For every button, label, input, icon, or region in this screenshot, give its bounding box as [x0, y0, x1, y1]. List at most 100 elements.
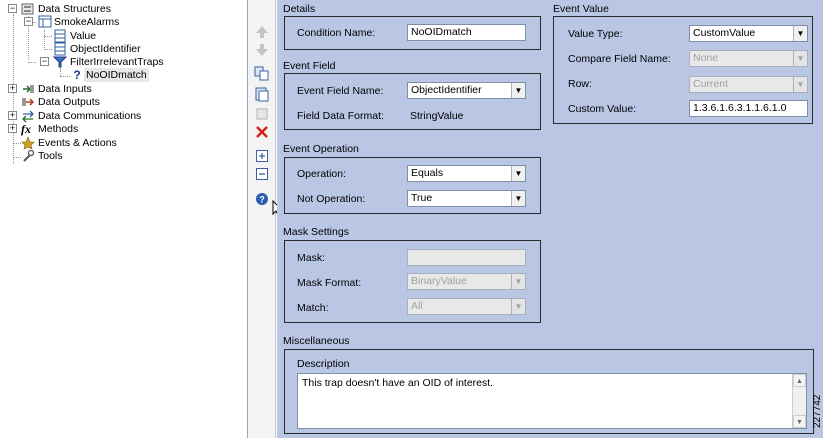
delete-button[interactable] — [254, 124, 270, 140]
tree-item-data-communications[interactable]: + Data Communications — [0, 109, 248, 123]
row-select[interactable]: Current ▼ — [689, 76, 808, 93]
mask-label: Mask: — [297, 252, 326, 264]
tree-item-label: ObjectIdentifier — [70, 43, 141, 55]
expand-icon[interactable]: + — [8, 84, 17, 93]
tree-item-nooidmatch[interactable]: ? NoOIDmatch — [0, 68, 248, 82]
tree-item-data-inputs[interactable]: + Data Inputs — [0, 82, 248, 96]
move-down-button[interactable] — [254, 42, 270, 58]
duplicate-button[interactable] — [254, 106, 270, 122]
expand-icon[interactable]: + — [8, 124, 17, 133]
tree-item-label: FilterIrrelevantTraps — [70, 56, 164, 68]
tree-item-methods[interactable]: + fx Methods — [0, 122, 248, 136]
arrow-down-icon — [256, 44, 268, 56]
tree-item-label: SmokeAlarms — [54, 16, 120, 28]
event-field-section-title: Event Field — [283, 60, 336, 72]
value-type-label: Value Type: — [568, 28, 623, 40]
tree-item-objectidentifier[interactable]: ObjectIdentifier — [0, 42, 248, 56]
plus-box-icon — [256, 150, 268, 162]
navigation-tree[interactable]: − Data Structures − SmokeAlarms Value Ob… — [0, 0, 248, 438]
compare-field-name-value: None — [693, 52, 719, 64]
mask-format-value: BinaryValue — [411, 275, 467, 287]
dropdown-arrow-icon[interactable]: ▼ — [793, 77, 807, 92]
filter-icon — [52, 55, 68, 69]
mask-format-select[interactable]: BinaryValue ▼ — [407, 273, 526, 290]
event-operation-section-title: Event Operation — [283, 143, 359, 155]
data-structures-icon — [21, 2, 35, 16]
delete-icon — [256, 126, 268, 138]
scroll-down-icon[interactable]: ▼ — [793, 415, 806, 428]
vertical-toolbar: ? — [248, 0, 284, 438]
duplicate-icon — [256, 108, 268, 120]
not-operation-select[interactable]: True ▼ — [407, 190, 526, 207]
dropdown-arrow-icon[interactable]: ▼ — [511, 274, 525, 289]
condition-name-label: Condition Name: — [297, 27, 376, 39]
move-up-button[interactable] — [254, 24, 270, 40]
custom-value-label: Custom Value: — [568, 103, 637, 115]
arrow-up-icon — [256, 26, 268, 38]
description-label: Description — [297, 358, 350, 370]
minus-box-icon — [256, 168, 268, 180]
tree-item-label: Events & Actions — [38, 137, 117, 149]
match-value: All — [411, 300, 423, 312]
mask-input[interactable] — [407, 249, 526, 266]
collapse-icon[interactable]: − — [40, 57, 49, 66]
data-communications-icon — [21, 109, 35, 123]
condition-editor-panel: Details Condition Name: NoOIDmatch Event… — [277, 0, 822, 438]
value-type-select[interactable]: CustomValue ▼ — [689, 25, 808, 42]
collapse-icon[interactable]: − — [24, 17, 33, 26]
expand-icon[interactable]: + — [8, 111, 17, 120]
tree-item-label: Value — [70, 30, 97, 42]
table-icon — [38, 15, 52, 29]
dropdown-arrow-icon[interactable]: ▼ — [793, 51, 807, 66]
question-icon: ? — [73, 68, 81, 82]
expand-all-button[interactable] — [254, 148, 270, 164]
dropdown-arrow-icon[interactable]: ▼ — [511, 299, 525, 314]
data-outputs-icon — [21, 95, 35, 109]
dropdown-arrow-icon[interactable]: ▼ — [511, 191, 525, 206]
mask-settings-section-title: Mask Settings — [283, 226, 349, 238]
event-field-box: Event Field Name: ObjectIdentifier ▼ Fie… — [284, 73, 541, 130]
tree-item-value[interactable]: Value — [0, 29, 248, 43]
tree-item-filterirrelevanttraps[interactable]: − FilterIrrelevantTraps — [0, 55, 248, 69]
match-label: Match: — [297, 302, 329, 314]
not-operation-label: Not Operation: — [297, 193, 366, 205]
event-field-name-select[interactable]: ObjectIdentifier ▼ — [407, 82, 526, 99]
operation-select[interactable]: Equals ▼ — [407, 165, 526, 182]
condition-name-input[interactable]: NoOIDmatch — [407, 24, 526, 41]
collapse-icon[interactable]: − — [8, 4, 17, 13]
row-label: Row: — [568, 78, 592, 90]
events-icon — [21, 136, 35, 150]
tree-item-data-outputs[interactable]: Data Outputs — [0, 95, 248, 109]
collapse-all-button[interactable] — [254, 166, 270, 182]
event-operation-box: Operation: Equals ▼ Not Operation: True … — [284, 157, 541, 214]
event-field-name-label: Event Field Name: — [297, 85, 384, 97]
tree-item-tools[interactable]: Tools — [0, 149, 248, 163]
copy-icon — [254, 66, 269, 81]
help-button[interactable]: ? — [254, 191, 270, 207]
custom-value-input[interactable]: 1.3.6.1.6.3.1.1.6.1.0 — [689, 100, 808, 117]
copy-button[interactable] — [254, 66, 270, 82]
tree-item-events-actions[interactable]: Events & Actions — [0, 136, 248, 150]
description-scrollbar[interactable]: ▲ ▼ — [792, 374, 806, 428]
details-section-title: Details — [283, 3, 316, 15]
right-edge-strip — [822, 0, 835, 438]
tree-item-data-structures[interactable]: − Data Structures — [0, 2, 248, 16]
tree-item-label: Data Inputs — [38, 83, 92, 95]
help-icon: ? — [256, 193, 268, 205]
data-inputs-icon — [21, 82, 35, 96]
operation-value: Equals — [411, 167, 444, 179]
value-type-value: CustomValue — [693, 27, 756, 39]
compare-field-name-select[interactable]: None ▼ — [689, 50, 808, 67]
paste-button[interactable] — [254, 86, 270, 102]
not-operation-value: True — [411, 192, 433, 204]
match-select[interactable]: All ▼ — [407, 298, 526, 315]
figure-id-label: 227742 — [812, 394, 823, 428]
dropdown-arrow-icon[interactable]: ▼ — [793, 26, 807, 41]
tree-item-smokealarms[interactable]: − SmokeAlarms — [0, 15, 248, 29]
scroll-up-icon[interactable]: ▲ — [793, 374, 806, 387]
column-icon — [53, 29, 67, 43]
dropdown-arrow-icon[interactable]: ▼ — [511, 83, 525, 98]
description-textarea[interactable]: This trap doesn't have an OID of interes… — [297, 373, 807, 429]
dropdown-arrow-icon[interactable]: ▼ — [511, 166, 525, 181]
operation-label: Operation: — [297, 168, 347, 180]
